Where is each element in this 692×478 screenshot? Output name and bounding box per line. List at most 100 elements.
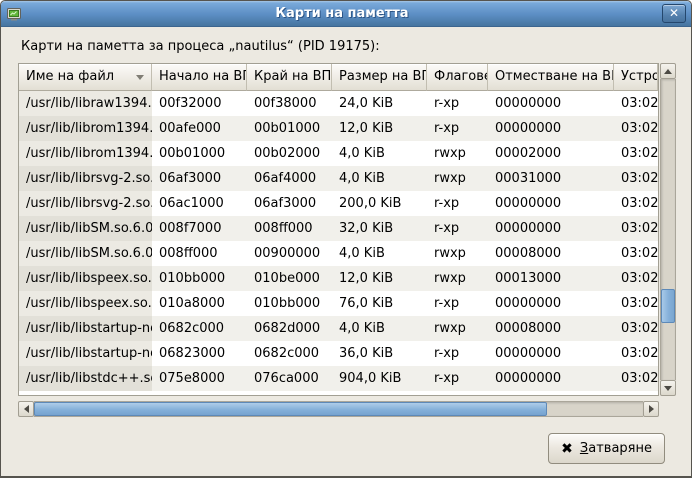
horizontal-scrollbar-thumb[interactable] [34, 402, 547, 416]
close-dialog-button[interactable]: ✖ Затваряне [548, 433, 665, 464]
cell-vm_end: 06af3000 [247, 191, 332, 216]
window-close-button[interactable]: ✕ [662, 4, 686, 23]
cell-vm_size: 4,0 KiB [332, 166, 427, 191]
column-header-label: Име на файл [26, 69, 114, 84]
cell-flags: r-xp [427, 341, 488, 366]
cell-vm_offset: 00000000 [488, 366, 614, 391]
cell-vm_end: 0682c000 [247, 341, 332, 366]
cell-vm_end: 00900000 [247, 241, 332, 266]
cell-vm_offset: 00002000 [488, 141, 614, 166]
close-x-icon: ✖ [561, 442, 573, 456]
column-header-label: Край на ВП [254, 69, 331, 84]
cell-vm_start: 0682c000 [152, 316, 247, 341]
cell-vm_start: 010bb000 [152, 266, 247, 291]
cell-filename: /usr/lib/libstdc++.so. [19, 366, 152, 391]
cell-filename: /usr/lib/librsvg-2.so.2 [19, 191, 152, 216]
cell-device: 03:02 [614, 366, 658, 391]
cell-vm_end: 076ca000 [247, 366, 332, 391]
table-row[interactable]: /usr/lib/librsvg-2.so.206af300006af40004… [19, 166, 658, 191]
table-row[interactable]: /usr/lib/libstdc++.so.075e8000076ca00090… [19, 366, 658, 391]
column-header-filename[interactable]: Име на файл [19, 64, 152, 91]
table-row[interactable]: /usr/lib/libspeex.so.1010a8000010bb00076… [19, 291, 658, 316]
cell-vm_offset: 00000000 [488, 91, 614, 116]
scroll-down-button[interactable] [660, 380, 676, 396]
cell-vm_end: 008ff000 [247, 216, 332, 241]
cell-vm_end: 010be000 [247, 266, 332, 291]
cell-vm_start: 075e8000 [152, 366, 247, 391]
column-header-label: Начало на ВП [159, 69, 247, 84]
cell-filename: /usr/lib/libSM.so.6.0.0 [19, 241, 152, 266]
column-header-flags[interactable]: Флагове [427, 64, 488, 91]
cell-vm_start: 008f7000 [152, 216, 247, 241]
cell-device: 03:02 [614, 291, 658, 316]
cell-device: 03:02 [614, 191, 658, 216]
table-row[interactable]: /usr/lib/librom1394.s00b0100000b020004,0… [19, 141, 658, 166]
scroll-left-button[interactable] [18, 401, 34, 417]
table-row[interactable]: /usr/lib/libstartup-not0682c0000682d0004… [19, 316, 658, 341]
scroll-right-icon [649, 405, 654, 413]
horizontal-scrollbar[interactable] [18, 401, 659, 417]
column-header-vm_end[interactable]: Край на ВП [247, 64, 332, 91]
horizontal-scrollbar-track[interactable] [34, 401, 643, 417]
cell-device: 03:02 [614, 116, 658, 141]
scroll-up-button[interactable] [660, 63, 676, 79]
cell-flags: r-xp [427, 216, 488, 241]
cell-vm_size: 76,0 KiB [332, 291, 427, 316]
vertical-scrollbar[interactable] [660, 63, 676, 396]
cell-filename: /usr/lib/librom1394.s [19, 141, 152, 166]
memory-maps-dialog: Карти на паметта ✕ Карти на паметта за п… [0, 0, 692, 478]
cell-vm_start: 010a8000 [152, 291, 247, 316]
cell-flags: r-xp [427, 291, 488, 316]
cell-vm_size: 24,0 KiB [332, 91, 427, 116]
cell-vm_offset: 00031000 [488, 166, 614, 191]
table-row[interactable]: /usr/lib/libspeex.so.1010bb000010be00012… [19, 266, 658, 291]
cell-vm_start: 06af3000 [152, 166, 247, 191]
table-row[interactable]: /usr/lib/librsvg-2.so.206ac100006af30002… [19, 191, 658, 216]
table-row[interactable]: /usr/lib/libSM.so.6.0.0008f7000008ff0003… [19, 216, 658, 241]
column-header-vm_size[interactable]: Размер на ВП [332, 64, 427, 91]
cell-vm_offset: 00000000 [488, 116, 614, 141]
cell-vm_start: 008ff000 [152, 241, 247, 266]
cell-vm_end: 00b01000 [247, 116, 332, 141]
cell-vm_start: 06ac1000 [152, 191, 247, 216]
cell-vm_offset: 00000000 [488, 341, 614, 366]
table-row[interactable]: /usr/lib/librom1394.s00afe00000b0100012,… [19, 116, 658, 141]
column-header-label: Устройство [621, 69, 658, 84]
cell-flags: r-xp [427, 116, 488, 141]
sort-descending-icon [136, 75, 144, 80]
cell-flags: r-xp [427, 91, 488, 116]
cell-filename: /usr/lib/libSM.so.6.0.0 [19, 216, 152, 241]
cell-filename: /usr/lib/libspeex.so.1 [19, 266, 152, 291]
cell-vm_start: 06823000 [152, 341, 247, 366]
column-header-device[interactable]: Устройство [614, 64, 658, 91]
cell-vm_size: 4,0 KiB [332, 316, 427, 341]
titlebar[interactable]: Карти на паметта ✕ [1, 1, 691, 27]
cell-flags: r-xp [427, 191, 488, 216]
cell-vm_start: 00b01000 [152, 141, 247, 166]
cell-vm_size: 4,0 KiB [332, 141, 427, 166]
cell-device: 03:02 [614, 216, 658, 241]
cell-device: 03:02 [614, 91, 658, 116]
scroll-right-button[interactable] [643, 401, 659, 417]
cell-filename: /usr/lib/libstartup-not [19, 341, 152, 366]
vertical-scrollbar-thumb[interactable] [661, 289, 675, 323]
cell-filename: /usr/lib/libstartup-not [19, 316, 152, 341]
table-body: /usr/lib/libraw1394.s00f3200000f3800024,… [19, 91, 658, 391]
cell-vm_end: 00f38000 [247, 91, 332, 116]
memory-maps-scrolled-area: Име на файл Начало на ВП Край на ВП Размер … [18, 63, 676, 417]
cell-vm_end: 06af4000 [247, 166, 332, 191]
cell-device: 03:02 [614, 316, 658, 341]
table-row[interactable]: /usr/lib/libstartup-not068230000682c0003… [19, 341, 658, 366]
column-header-label: Размер на ВП [339, 69, 427, 84]
cell-vm_size: 36,0 KiB [332, 341, 427, 366]
table-row[interactable]: /usr/lib/libraw1394.s00f3200000f3800024,… [19, 91, 658, 116]
vertical-scrollbar-track[interactable] [660, 79, 676, 380]
table-row[interactable]: /usr/lib/libSM.so.6.0.0008ff000009000004… [19, 241, 658, 266]
cell-vm_size: 200,0 KiB [332, 191, 427, 216]
cell-device: 03:02 [614, 341, 658, 366]
cell-flags: rwxp [427, 316, 488, 341]
column-header-vm_start[interactable]: Начало на ВП [152, 64, 247, 91]
close-button-label: Затваряне [580, 441, 652, 456]
cell-vm_offset: 00008000 [488, 241, 614, 266]
column-header-vm_offset[interactable]: Отместване на ВП [488, 64, 614, 91]
